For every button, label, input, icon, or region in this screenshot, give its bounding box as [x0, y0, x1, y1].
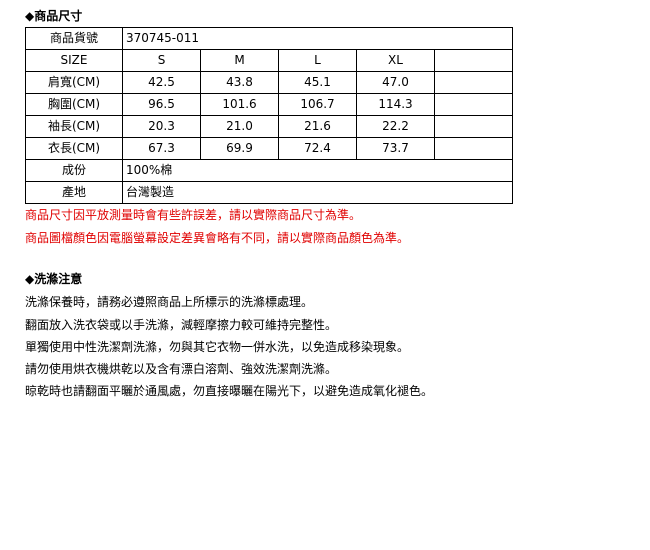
- product-code-value: 370745-011: [122, 27, 513, 50]
- size-header-row: SIZE S M L XL: [25, 49, 513, 72]
- row-value: 21.6: [278, 115, 357, 138]
- table-row: 肩寬(CM) 42.5 43.8 45.1 47.0: [25, 71, 513, 94]
- row-value: 73.7: [356, 137, 435, 160]
- origin-label: 產地: [25, 181, 123, 204]
- product-code-label: 商品貨號: [25, 27, 123, 50]
- material-row: 成份 100%棉: [25, 159, 513, 182]
- size-section-title: ◆商品尺寸: [25, 9, 83, 23]
- origin-value: 台灣製造: [122, 181, 513, 204]
- size-l: L: [278, 49, 357, 72]
- row-value: 96.5: [122, 93, 201, 116]
- size-disclaimer-note: 商品尺寸因平放測量時會有些許誤差，請以實際商品尺寸為準。: [25, 208, 362, 222]
- size-m: M: [200, 49, 279, 72]
- wash-instruction: 翻面放入洗衣袋或以手洗滌，減輕摩擦力較可維持完整性。: [25, 318, 338, 332]
- table-row: 衣長(CM) 67.3 69.9 72.4 73.7: [25, 137, 513, 160]
- empty-cell: [434, 71, 513, 94]
- empty-cell: [434, 93, 513, 116]
- size-s: S: [122, 49, 201, 72]
- color-disclaimer-note: 商品圖檔顏色因電腦螢幕設定差異會略有不同，請以實際商品顏色為準。: [25, 231, 410, 245]
- empty-cell: [434, 49, 513, 72]
- row-value: 42.5: [122, 71, 201, 94]
- row-value: 72.4: [278, 137, 357, 160]
- wash-instruction: 洗滌保養時，請務必遵照商品上所標示的洗滌標處理。: [25, 295, 314, 309]
- wash-instruction: 晾乾時也請翻面平曬於通風處，勿直接曝曬在陽光下，以避免造成氧化褪色。: [25, 384, 434, 398]
- row-value: 47.0: [356, 71, 435, 94]
- row-label: 衣長(CM): [25, 137, 123, 160]
- row-value: 69.9: [200, 137, 279, 160]
- row-label: 袖長(CM): [25, 115, 123, 138]
- row-value: 45.1: [278, 71, 357, 94]
- empty-cell: [434, 137, 513, 160]
- row-value: 106.7: [278, 93, 357, 116]
- row-value: 114.3: [356, 93, 435, 116]
- wash-instruction: 單獨使用中性洗潔劑洗滌，勿與其它衣物一併水洗，以免造成移染現象。: [25, 340, 410, 354]
- row-label: 肩寬(CM): [25, 71, 123, 94]
- material-value: 100%棉: [122, 159, 513, 182]
- size-xl: XL: [356, 49, 435, 72]
- wash-instruction: 請勿使用烘衣機烘乾以及含有漂白溶劑、強效洗潔劑洗滌。: [25, 362, 338, 376]
- row-value: 101.6: [200, 93, 279, 116]
- size-table: 商品貨號 370745-011 SIZE S M L XL 肩寬(CM) 42.…: [25, 27, 513, 204]
- empty-cell: [434, 115, 513, 138]
- row-value: 21.0: [200, 115, 279, 138]
- row-label: 胸圍(CM): [25, 93, 123, 116]
- table-row: 袖長(CM) 20.3 21.0 21.6 22.2: [25, 115, 513, 138]
- row-value: 43.8: [200, 71, 279, 94]
- material-label: 成份: [25, 159, 123, 182]
- wash-section-title: ◆洗滌注意: [25, 272, 83, 286]
- row-value: 20.3: [122, 115, 201, 138]
- row-value: 67.3: [122, 137, 201, 160]
- origin-row: 產地 台灣製造: [25, 181, 513, 204]
- product-code-row: 商品貨號 370745-011: [25, 27, 513, 50]
- size-header-label: SIZE: [25, 49, 123, 72]
- table-row: 胸圍(CM) 96.5 101.6 106.7 114.3: [25, 93, 513, 116]
- row-value: 22.2: [356, 115, 435, 138]
